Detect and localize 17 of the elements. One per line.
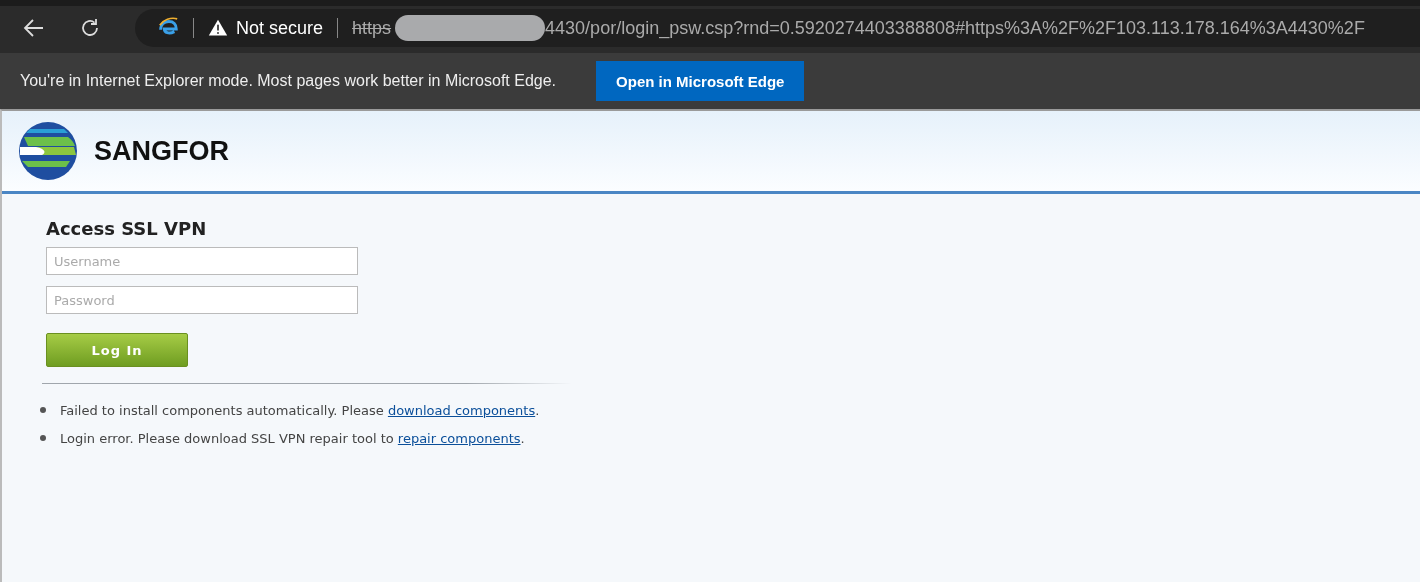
message-text: Failed to install components automatically. Please download components.: [60, 402, 540, 418]
component-link[interactable]: repair components: [397, 430, 521, 446]
ie-mode-message: You're in Internet Explorer mode. Most pages work better in Microsoft Edge.: [20, 72, 557, 90]
url-text: 4430/por/login_psw.csp?rnd=0.5920274403388808#https%3A%2F%2F103.113.178.164%3A4430%2F: [545, 17, 1365, 39]
address-bar[interactable]: Not secure https 4430/por/login_psw.csp?rnd=0.5920274403388808#https%3A%2F%2F103.113.178.164%3A4430%2F: [135, 9, 1420, 47]
username-field[interactable]: Username: [46, 247, 358, 275]
globe-logo-icon: [18, 121, 78, 181]
open-in-edge-button[interactable]: Open in Microsoft Edge: [596, 61, 805, 101]
brand-name: SANGFOR: [94, 135, 229, 167]
password-field[interactable]: Password: [46, 286, 358, 314]
security-label[interactable]: Not secure: [236, 17, 324, 39]
warning-icon: [208, 18, 228, 38]
bullet-icon: [40, 407, 46, 413]
message-text: Login error. Please download SSL VPN repair tool to repair components.: [60, 430, 525, 446]
url-scheme: https: [352, 17, 392, 39]
login-title: Access SSL VPN: [46, 218, 207, 239]
bullet-icon: [40, 435, 46, 441]
